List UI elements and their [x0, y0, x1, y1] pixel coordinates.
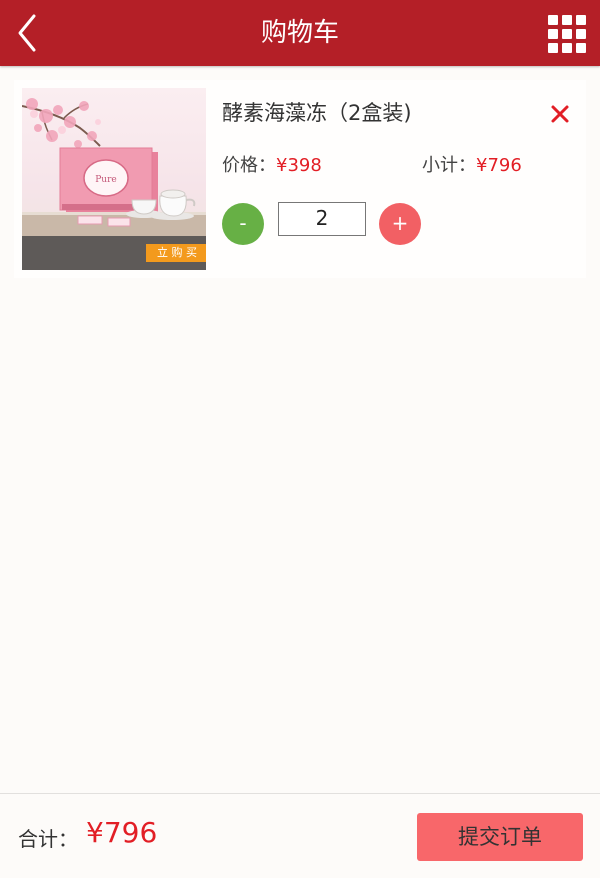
- subtotal-value: ¥796: [476, 155, 522, 176]
- product-image[interactable]: Pure 立 购 买: [22, 88, 206, 270]
- unit-price: 价格：¥398: [222, 151, 322, 177]
- total-value: ¥796: [86, 816, 158, 849]
- total-label: 合计：: [18, 827, 78, 851]
- grid-icon: [548, 15, 586, 53]
- page-title: 购物车: [260, 18, 339, 48]
- cart-item: Pure 立 购 买 酵素海藻冻（2盒装) 价格：¥398 小计：¥796 -: [14, 80, 586, 278]
- product-photo: Pure: [22, 98, 206, 270]
- svg-text:Pure: Pure: [95, 175, 116, 185]
- remove-item-button[interactable]: [548, 102, 572, 126]
- top-bar: 购物车: [0, 0, 600, 66]
- menu-grid-button[interactable]: [548, 15, 586, 53]
- unit-price-label: 价格：: [222, 155, 276, 176]
- close-icon: [551, 105, 569, 123]
- checkout-bar: 合计： ¥796 提交订单: [0, 793, 600, 878]
- image-badge-text: 立 购 买: [157, 246, 197, 259]
- subtotal-label: 小计：: [422, 155, 476, 176]
- unit-price-value: ¥398: [276, 155, 322, 176]
- chevron-left-icon: [18, 14, 36, 52]
- increase-quantity-button[interactable]: +: [379, 203, 421, 245]
- back-button[interactable]: [8, 8, 48, 58]
- subtotal: 小计：¥796: [422, 151, 522, 177]
- quantity-input[interactable]: 2: [278, 202, 366, 236]
- product-name[interactable]: 酵素海藻冻（2盒装): [222, 97, 412, 127]
- submit-order-button[interactable]: 提交订单: [417, 813, 583, 861]
- decrease-quantity-button[interactable]: -: [222, 203, 264, 245]
